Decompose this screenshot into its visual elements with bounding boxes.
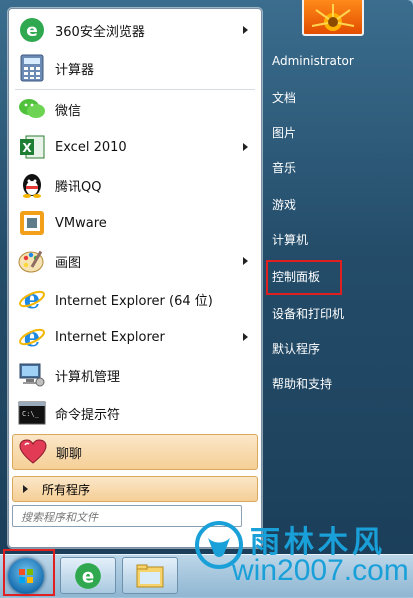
program-label: 腾讯QQ	[55, 179, 102, 195]
program-vmware[interactable]: VMware	[12, 205, 258, 241]
highlight-box-start	[3, 549, 55, 596]
program-label: Internet Explorer (64 位)	[55, 293, 213, 309]
program-qq[interactable]: 腾讯QQ	[12, 167, 258, 203]
program-wechat[interactable]: 微信	[12, 91, 258, 127]
360-browser-icon: e	[17, 15, 47, 45]
program-ie-64[interactable]: e Internet Explorer (64 位)	[12, 281, 258, 317]
divider	[15, 89, 255, 90]
taskbar-explorer-button[interactable]	[122, 557, 178, 594]
submenu-arrow-icon[interactable]	[243, 143, 248, 151]
submenu-arrow-icon[interactable]	[243, 26, 248, 34]
paint-icon	[17, 246, 47, 276]
menu-item-help-support[interactable]: 帮助和支持	[272, 375, 332, 392]
submenu-arrow-icon[interactable]	[243, 333, 248, 341]
program-cmd[interactable]: C:\_ 命令提示符	[12, 395, 258, 431]
user-avatar[interactable]	[302, 0, 364, 36]
program-chat[interactable]: 聊聊	[12, 434, 258, 470]
menu-item-games[interactable]: 游戏	[272, 196, 296, 213]
svg-text:e: e	[24, 285, 41, 313]
svg-text:e: e	[24, 323, 41, 351]
program-excel[interactable]: X Excel 2010	[12, 129, 258, 165]
search-placeholder: 搜索程序和文件	[21, 511, 98, 524]
cmd-icon: C:\_	[17, 398, 47, 428]
taskbar-ie-button[interactable]: e	[60, 557, 116, 594]
submenu-arrow-icon[interactable]	[243, 257, 248, 265]
all-programs-button[interactable]: 所有程序	[12, 476, 258, 502]
menu-item-default-programs[interactable]: 默认程序	[272, 340, 320, 357]
programs-panel: e 360安全浏览器 计算器 微信 X Excel 2010 腾讯QQ VMwa…	[8, 8, 262, 548]
computer-management-icon	[17, 360, 47, 390]
ie-icon: e	[17, 284, 47, 314]
program-label: VMware	[55, 215, 107, 231]
vmware-icon	[17, 208, 47, 238]
svg-text:C:\_: C:\_	[22, 410, 40, 418]
calculator-icon	[17, 53, 47, 83]
program-paint[interactable]: 画图	[12, 243, 258, 279]
program-label: 画图	[55, 255, 82, 271]
play-arrow-icon	[23, 485, 28, 493]
start-menu: e 360安全浏览器 计算器 微信 X Excel 2010 腾讯QQ VMwa…	[0, 0, 413, 554]
program-computer-management[interactable]: 计算机管理	[12, 357, 258, 393]
program-360-browser[interactable]: e 360安全浏览器	[12, 12, 258, 48]
program-label: Internet Explorer	[55, 329, 165, 345]
menu-item-documents[interactable]: 文档	[272, 89, 296, 106]
program-ie[interactable]: e Internet Explorer	[12, 319, 258, 355]
ie-icon: e	[17, 322, 47, 352]
svg-text:X: X	[22, 141, 32, 155]
program-label: Excel 2010	[55, 139, 127, 155]
program-label: 命令提示符	[55, 407, 121, 423]
folder-icon	[136, 564, 164, 587]
menu-item-username[interactable]: Administrator	[272, 54, 354, 68]
menu-item-devices-printers[interactable]: 设备和打印机	[272, 305, 344, 322]
qq-icon	[17, 170, 47, 200]
excel-icon: X	[17, 132, 47, 162]
program-label: 计算器	[55, 62, 95, 78]
program-label: 360安全浏览器	[55, 24, 145, 40]
svg-text:e: e	[26, 21, 38, 41]
program-label: 聊聊	[56, 446, 83, 462]
chat-heart-icon	[18, 437, 48, 467]
watermark-url: win2007.com	[232, 554, 409, 587]
program-label: 计算机管理	[55, 369, 121, 385]
wechat-icon	[17, 94, 47, 124]
all-programs-label: 所有程序	[42, 482, 91, 497]
program-calculator[interactable]: 计算器	[12, 50, 258, 86]
menu-item-computer[interactable]: 计算机	[272, 231, 308, 248]
menu-item-music[interactable]: 音乐	[272, 159, 296, 176]
program-label: 微信	[55, 103, 82, 119]
ie-icon: e	[75, 562, 101, 589]
svg-text:e: e	[82, 566, 94, 587]
menu-item-pictures[interactable]: 图片	[272, 124, 296, 141]
highlight-box-control-panel	[266, 260, 342, 295]
